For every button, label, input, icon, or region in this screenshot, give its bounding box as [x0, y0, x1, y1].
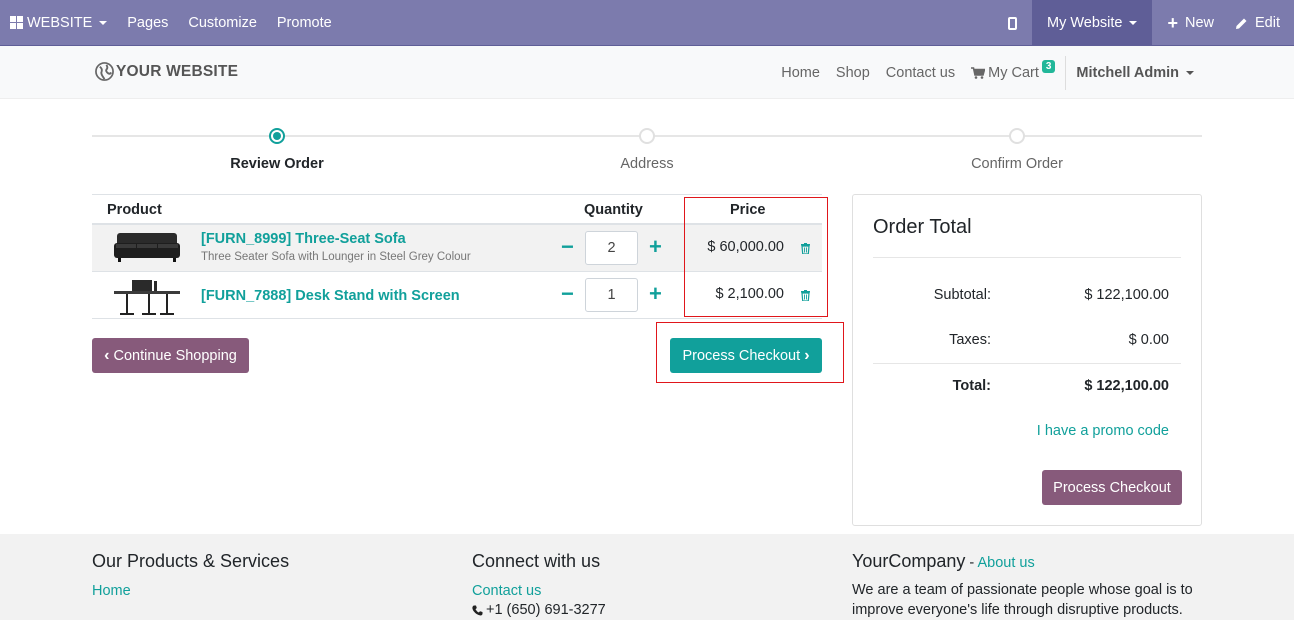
edit-button[interactable]: Edit: [1229, 0, 1294, 46]
quantity-increase-button[interactable]: +: [649, 283, 662, 305]
phone-icon: [472, 605, 483, 615]
footer-link-about[interactable]: About us: [978, 555, 1035, 571]
company-description: We are a team of passionate people whose…: [852, 582, 1193, 618]
website-menu-label: WEBSITE: [27, 14, 93, 31]
nav-contact-us[interactable]: Contact us: [878, 65, 963, 81]
order-total-card: Order Total Subtotal: $ 122,100.00 Taxes…: [852, 194, 1202, 526]
mobile-icon: [1007, 16, 1017, 30]
menu-customize[interactable]: Customize: [178, 0, 267, 46]
continue-shopping-label: Continue Shopping: [113, 347, 237, 364]
footer-connect: Connect with us Contact us +1 (650) 691-…: [472, 551, 606, 618]
apps-grid-icon: [10, 16, 23, 29]
step-dot: [639, 128, 655, 144]
desk-image: [114, 280, 180, 315]
caret-down-icon: [1186, 70, 1194, 75]
col-product: Product: [107, 202, 162, 218]
main-nav: Home Shop Contact us My Cart 3 Mitchell …: [773, 46, 1294, 99]
taxes-label: Taxes:: [949, 332, 991, 348]
menu-pages[interactable]: Pages: [117, 0, 178, 46]
cart-label: My Cart: [988, 64, 1039, 81]
process-checkout-button-secondary[interactable]: Process Checkout: [1042, 470, 1182, 505]
product-name-link[interactable]: [FURN_8999] Three-Seat Sofa: [201, 231, 406, 247]
chevron-left-icon: ‹: [104, 346, 110, 364]
cart-icon: [971, 66, 986, 79]
divider: [873, 363, 1181, 364]
new-button[interactable]: + New: [1152, 0, 1229, 46]
user-menu[interactable]: Mitchell Admin: [1066, 65, 1294, 81]
subtotal-label: Subtotal:: [933, 287, 991, 303]
order-total-title: Order Total: [873, 216, 972, 238]
pencil-icon: [1236, 18, 1247, 29]
step-confirm-order: Confirm Order: [917, 125, 1117, 172]
subtotal-value: $ 122,100.00: [1084, 287, 1169, 303]
phone-number: +1 (650) 691-3277: [486, 602, 606, 618]
divider: [873, 257, 1181, 258]
quantity-increase-button[interactable]: +: [649, 236, 662, 258]
footer-heading: YourCompany - About us: [852, 551, 1202, 572]
step-address: Address: [547, 125, 747, 172]
site-header: YOUR WEBSITE Home Shop Contact us My Car…: [0, 46, 1294, 99]
promo-code-link[interactable]: I have a promo code: [1037, 423, 1169, 439]
total-label: Total:: [952, 378, 991, 394]
price-highlight-box: [684, 197, 828, 317]
step-label: Confirm Order: [971, 156, 1063, 172]
site-footer: Our Products & Services Home Connect wit…: [0, 534, 1294, 620]
footer-link-home[interactable]: Home: [92, 583, 289, 599]
footer-heading: Our Products & Services: [92, 551, 290, 571]
footer-phone: +1 (650) 691-3277: [472, 602, 606, 618]
taxes-value: $ 0.00: [1128, 332, 1169, 348]
checkout-progress: Review Order Address Confirm Order: [92, 125, 1202, 185]
cart-count-badge: 3: [1041, 60, 1056, 73]
admin-topbar: WEBSITE Pages Customize Promote My Websi…: [0, 0, 1294, 46]
user-name: Mitchell Admin: [1076, 64, 1179, 81]
step-label: Address: [620, 156, 674, 172]
total-value: $ 122,100.00: [1084, 378, 1169, 394]
quantity-decrease-button[interactable]: −: [561, 283, 574, 305]
step-label: Review Order: [230, 156, 324, 172]
step-dot-active: [269, 128, 285, 144]
new-label: New: [1184, 15, 1214, 31]
plus-icon: +: [1167, 13, 1178, 33]
sofa-image: [114, 233, 180, 262]
nav-home[interactable]: Home: [773, 65, 828, 81]
caret-down-icon: [1129, 21, 1138, 25]
footer-products: Our Products & Services Home: [92, 551, 289, 599]
checkout-highlight-box: [656, 322, 844, 383]
menu-promote[interactable]: Promote: [267, 0, 342, 46]
caret-down-icon: [99, 20, 108, 25]
continue-shopping-button[interactable]: ‹ Continue Shopping: [92, 338, 249, 373]
site-logo[interactable]: YOUR WEBSITE: [95, 62, 238, 81]
edit-label: Edit: [1255, 15, 1280, 31]
company-name: YourCompany: [852, 551, 966, 571]
col-quantity: Quantity: [584, 202, 643, 218]
nav-shop[interactable]: Shop: [828, 65, 878, 81]
quantity-decrease-button[interactable]: −: [561, 236, 574, 258]
topbar-right: My Website + New Edit: [993, 0, 1294, 46]
product-description: Three Seater Sofa with Lounger in Steel …: [201, 251, 471, 263]
footer-heading: Connect with us: [472, 551, 601, 571]
footer-company: YourCompany - About us We are a team of …: [852, 551, 1202, 620]
globe-icon: [95, 62, 114, 81]
website-menu[interactable]: WEBSITE: [0, 0, 117, 46]
quantity-input[interactable]: 2: [585, 231, 638, 265]
logo-text: YOUR WEBSITE: [116, 62, 239, 80]
nav-my-cart[interactable]: My Cart 3: [963, 60, 1063, 81]
heading-separator: -: [965, 555, 978, 571]
mobile-preview-button[interactable]: [993, 0, 1032, 46]
my-website-label: My Website: [1046, 15, 1123, 31]
footer-link-contact[interactable]: Contact us: [472, 583, 606, 599]
step-review-order: Review Order: [177, 125, 377, 172]
process-checkout-label: Process Checkout: [1053, 479, 1171, 496]
product-name-link[interactable]: [FURN_7888] Desk Stand with Screen: [201, 288, 460, 304]
quantity-input[interactable]: 1: [585, 278, 638, 312]
step-dot: [1009, 128, 1025, 144]
my-website-dropdown[interactable]: My Website: [1031, 0, 1153, 46]
